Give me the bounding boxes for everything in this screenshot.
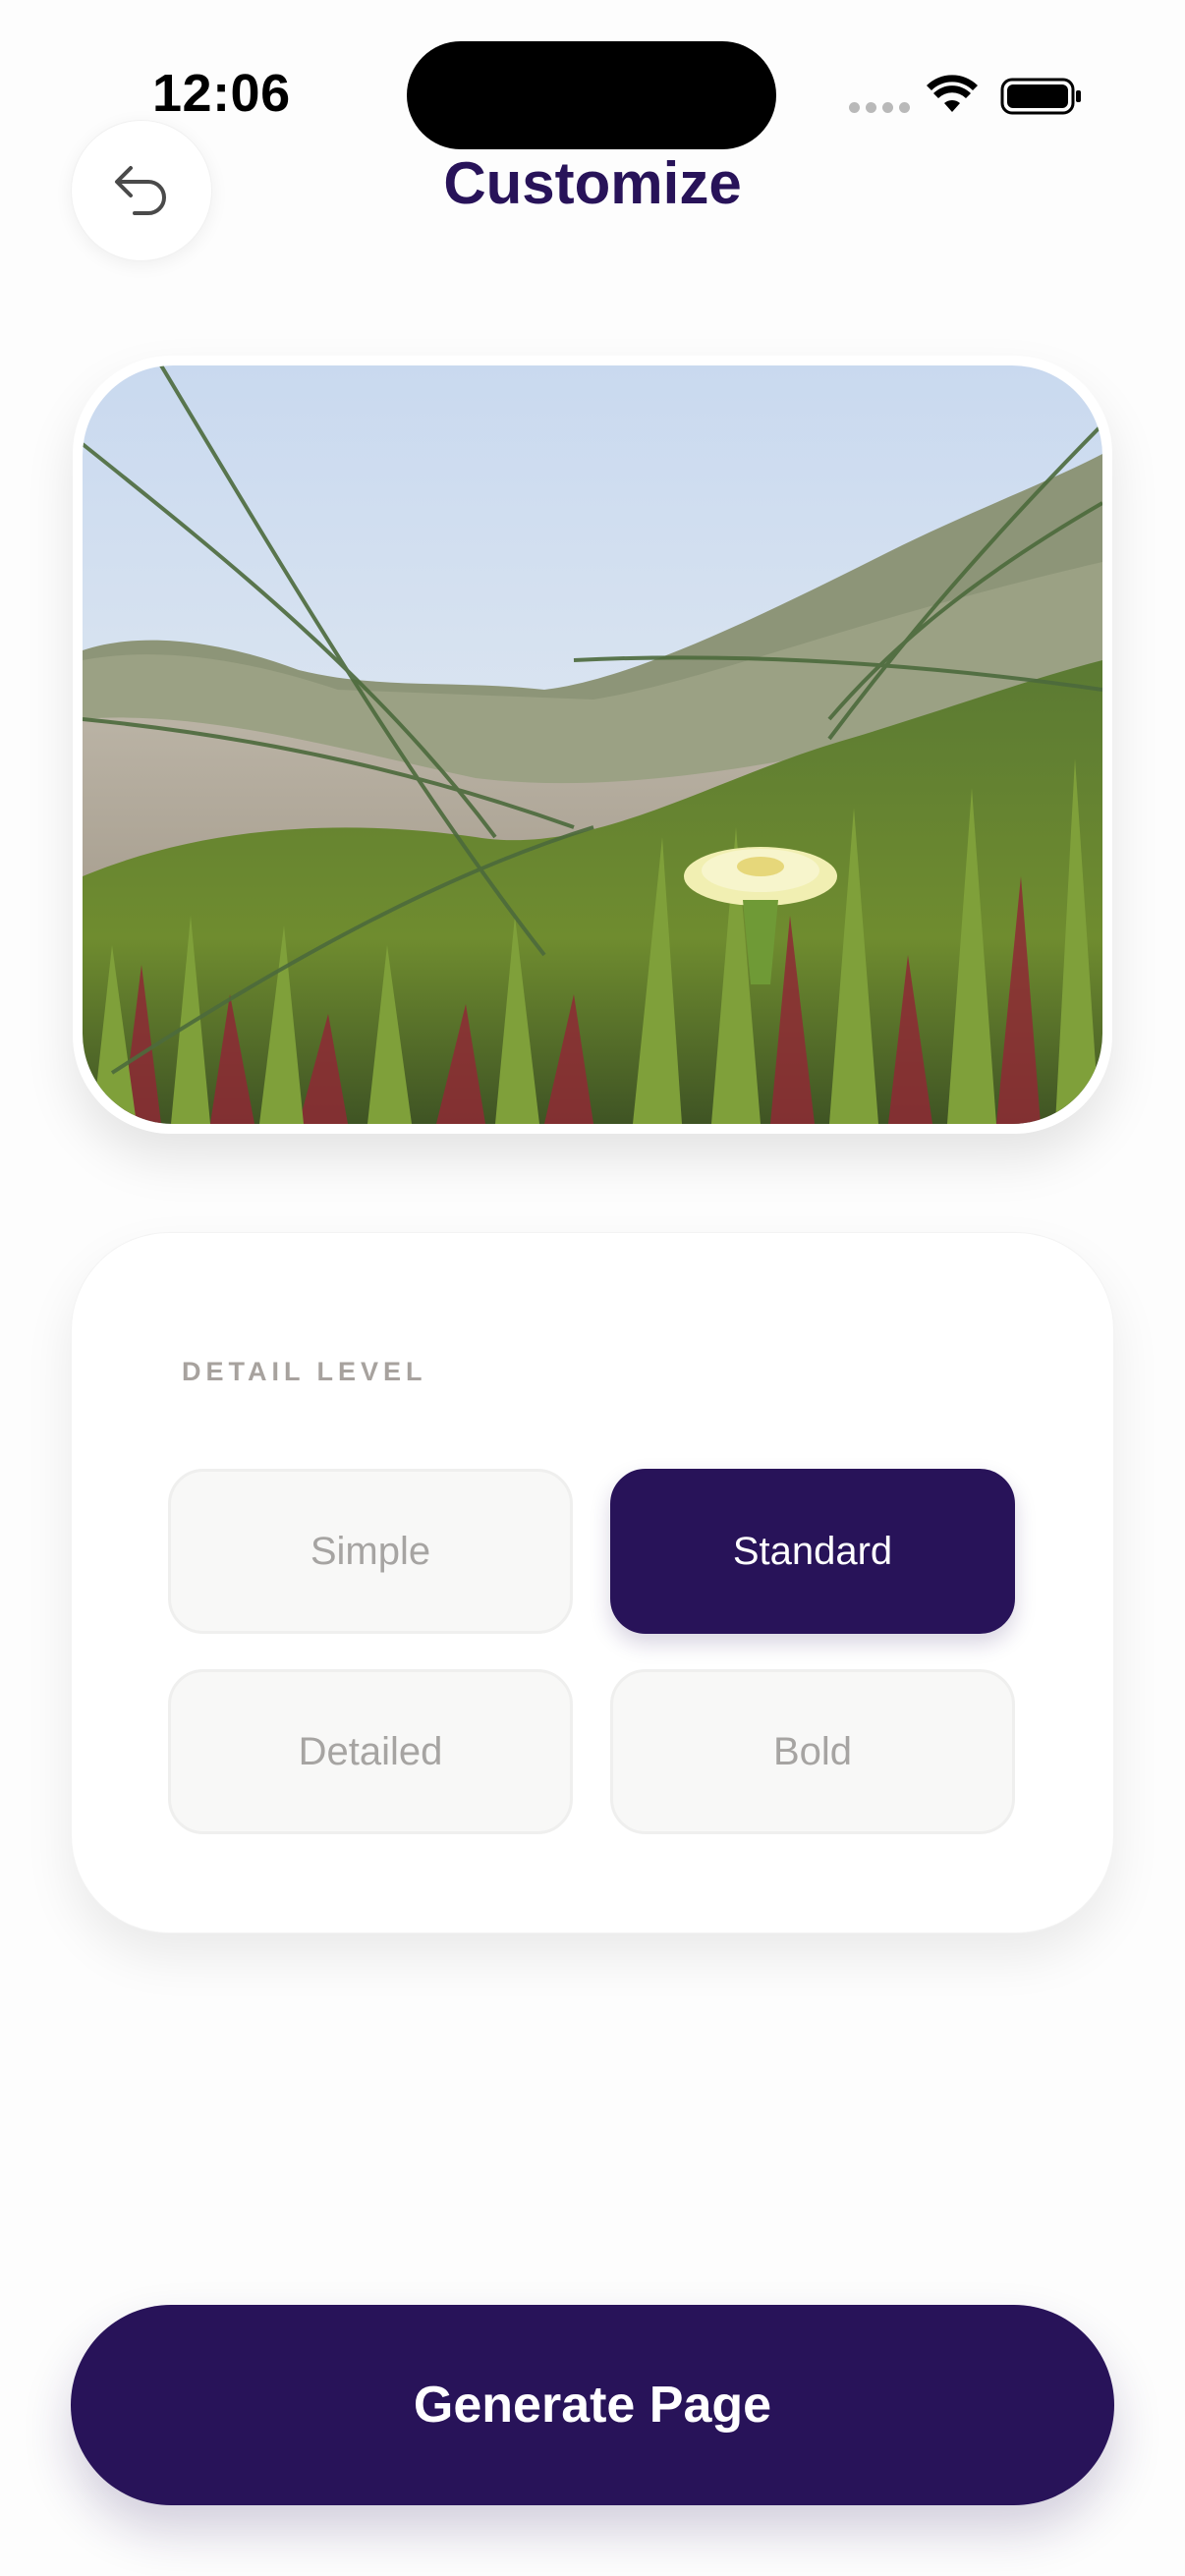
option-detailed-label: Detailed [298, 1729, 443, 1773]
generate-page-button[interactable]: Generate Page [71, 2305, 1114, 2505]
option-standard-label: Standard [732, 1529, 893, 1573]
page-title: Customize [443, 150, 742, 216]
wifi-icon [927, 75, 978, 112]
option-detailed[interactable]: Detailed [168, 1669, 573, 1834]
photo-card [73, 356, 1112, 1134]
option-standard[interactable]: Standard [610, 1469, 1015, 1634]
option-bold[interactable]: Bold [610, 1669, 1015, 1834]
detail-level-label: DETAIL LEVEL [182, 1357, 427, 1386]
dynamic-island [407, 41, 776, 149]
battery-icon [1000, 78, 1081, 115]
photo-preview [83, 365, 1102, 1124]
cellular-signal-icon [849, 102, 910, 113]
option-bold-label: Bold [772, 1729, 853, 1773]
option-simple[interactable]: Simple [168, 1469, 573, 1634]
detail-level-card: DETAIL LEVEL Simple Standard Detailed Bo… [71, 1232, 1114, 1933]
generate-page-label: Generate Page [413, 2377, 772, 2434]
customize-screen: 12:06 Customize DETAIL LEVEL Simple Stan… [0, 0, 1185, 2576]
status-time: 12:06 [152, 64, 291, 123]
option-simple-label: Simple [310, 1529, 431, 1573]
